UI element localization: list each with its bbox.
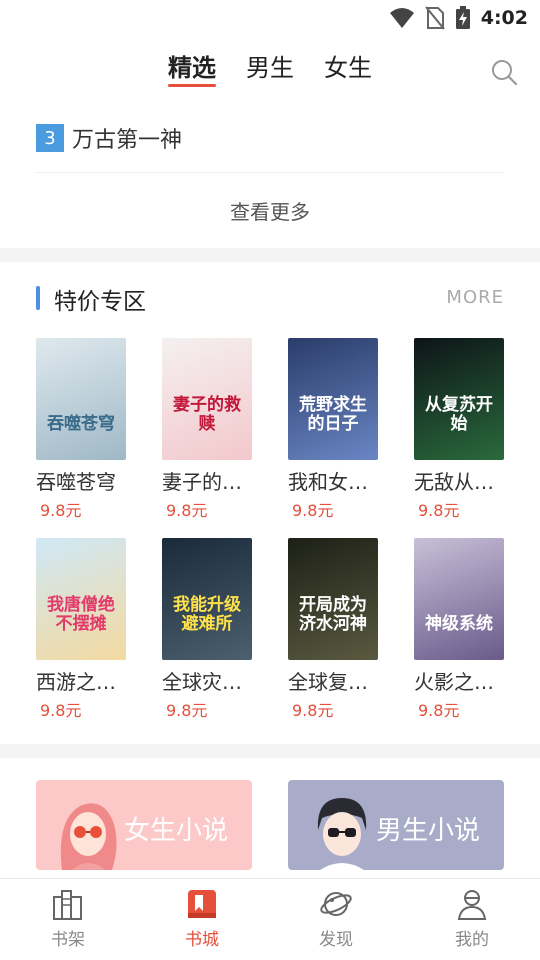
cover-title-art: 我唐僧绝不摆摊 [47,595,115,634]
book-price: 9.8元 [40,701,82,720]
special-section-header: 特价专区 MORE [36,282,504,318]
book-cover[interactable]: 妻子的救赎 [162,338,252,460]
rank-book-title: 万古第一神 [72,128,183,153]
section-more-button[interactable]: MORE [446,287,504,308]
nav-bookstore[interactable]: 书城 [162,887,242,950]
cover-title-art: 开局成为济水河神 [299,595,367,634]
book-card[interactable]: 妻子的救赎妻子的… 9.8元 [162,338,262,521]
tab-female[interactable]: 女生 [324,48,372,83]
book-price: 9.8元 [166,701,208,720]
book-card[interactable]: 我唐僧绝不摆摊西游之… 9.8元 [36,538,136,721]
book-card[interactable]: 荒野求生的日子我和女… 9.8元 [288,338,388,521]
book-card[interactable]: 我能升级避难所全球灾… 9.8元 [162,538,262,721]
book-price: 9.8元 [166,501,208,520]
book-cover[interactable]: 开局成为济水河神 [288,538,378,660]
book-title: 无敌从… [414,470,494,494]
view-more-link[interactable]: 查看更多 [0,196,540,225]
tab-male[interactable]: 男生 [246,48,294,83]
book-title: 火影之… [414,670,494,694]
book-card[interactable]: 神级系统火影之… 9.8元 [414,538,514,721]
planet-icon [320,892,352,916]
book-title: 全球复… [288,670,368,694]
book-price: 9.8元 [40,501,82,520]
rank-number-badge: 3 [36,124,64,152]
nav-bookshelf[interactable]: 书架 [28,887,108,950]
book-cover[interactable]: 我唐僧绝不摆摊 [36,538,126,660]
nav-label-profile: 我的 [455,930,489,950]
cover-title-art: 吞噬苍穹 [47,414,115,434]
book-cover[interactable]: 吞噬苍穹 [36,338,126,460]
active-tab-indicator [168,84,216,87]
bottom-nav: 书架 书城 发现 我的 [0,878,540,960]
male-novel-card[interactable]: 男生小说 [288,780,504,870]
book-card[interactable]: 开局成为济水河神全球复… 9.8元 [288,538,388,721]
book-price: 9.8元 [418,501,460,520]
female-avatar-icon [60,803,117,870]
book-title: 妻子的… [162,470,242,494]
nav-profile[interactable]: 我的 [432,887,512,950]
battery-charging-icon [455,6,470,29]
cover-title-art: 我能升级避难所 [173,595,241,634]
top-tab-bar: 精选 男生 女生 [0,44,540,94]
bookshelf-icon [53,890,82,920]
cover-title-art: 妻子的救赎 [173,395,241,434]
book-card[interactable]: 从复苏开始无敌从… 9.8元 [414,338,514,521]
book-title: 全球灾… [162,670,242,694]
male-avatar-icon [317,798,367,870]
cover-title-art: 神级系统 [425,614,493,634]
profile-icon [457,890,487,920]
status-icons: 4:02 [389,6,528,30]
section-separator [0,744,540,758]
search-icon[interactable] [490,58,518,86]
book-price: 9.8元 [292,501,334,520]
book-title: 西游之… [36,670,116,694]
book-price: 9.8元 [418,701,460,720]
status-time: 4:02 [480,7,528,29]
wifi-icon [389,8,414,28]
rank-list-item[interactable]: 3 万古第一神 [36,118,504,158]
book-price: 9.8元 [292,701,334,720]
bookstore-icon [188,890,216,918]
book-title: 我和女… [288,470,368,494]
section-separator [0,248,540,262]
male-novel-label: 男生小说 [375,816,480,846]
female-novel-label: 女生小说 [123,816,228,846]
status-bar: 4:02 [0,0,540,36]
female-novel-card[interactable]: 女生小说 [36,780,252,870]
book-cover[interactable]: 荒野求生的日子 [288,338,378,460]
cover-title-art: 荒野求生的日子 [299,395,367,434]
section-accent-bar [36,286,40,310]
section-title: 特价专区 [54,289,146,315]
no-sim-icon [424,6,445,30]
nav-label-bookstore: 书城 [185,930,219,950]
book-title: 吞噬苍穹 [36,470,116,494]
cover-title-art: 从复苏开始 [425,395,493,434]
nav-label-discover: 发现 [319,930,353,950]
nav-discover[interactable]: 发现 [296,887,376,950]
book-cover[interactable]: 我能升级避难所 [162,538,252,660]
book-cover[interactable]: 神级系统 [414,538,504,660]
book-card[interactable]: 吞噬苍穹 吞噬苍穹 9.8元 [36,338,136,521]
book-cover[interactable]: 从复苏开始 [414,338,504,460]
nav-label-bookshelf: 书架 [51,930,85,950]
tab-featured[interactable]: 精选 [168,48,216,83]
divider [36,172,504,173]
